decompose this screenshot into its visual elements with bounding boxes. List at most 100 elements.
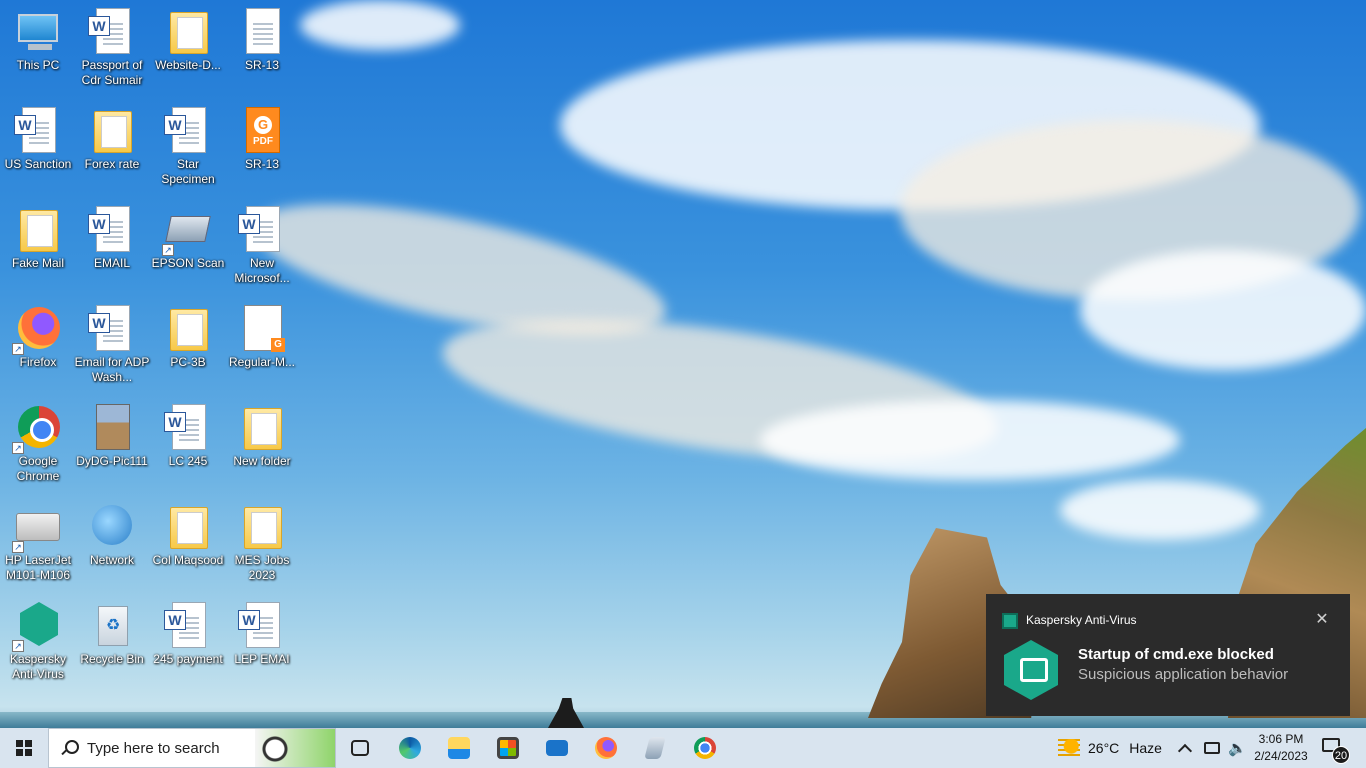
folder-icon xyxy=(164,503,212,551)
desktop-item[interactable]: W Star Specimen xyxy=(150,99,226,187)
network-tray-icon[interactable] xyxy=(1204,728,1220,768)
desktop-item[interactable]: ↗ Kaspersky Anti-Virus xyxy=(0,594,76,682)
desktop-item-label: LC 245 xyxy=(168,454,208,468)
kaspersky-toast-notification[interactable]: Kaspersky Anti-Virus ✕ Startup of cmd.ex… xyxy=(986,594,1350,716)
desktop-item[interactable]: MES Jobs 2023 xyxy=(224,495,300,583)
desktop-item-label: PC-3B xyxy=(170,355,206,369)
desktop-item[interactable]: W Passport of Cdr Sumair xyxy=(74,0,150,88)
desktop-item-label: This PC xyxy=(16,58,60,72)
desktop-item-label: Network xyxy=(89,553,134,567)
desktop-item-label: Star Specimen xyxy=(161,157,215,186)
clock-time: 3:06 PM xyxy=(1258,732,1304,746)
taskbar-search-box[interactable]: Type here to search xyxy=(48,728,336,768)
desktop-item[interactable]: W 245 payment xyxy=(150,594,226,667)
desktop-item[interactable]: ↗ HP LaserJet M101-M106 xyxy=(0,495,76,583)
notification-count-badge: 20 xyxy=(1332,746,1350,764)
folder-icon xyxy=(14,206,62,254)
desktop-item[interactable]: G PDF SR-13 xyxy=(224,99,300,172)
folder-icon xyxy=(164,8,212,56)
weather-description: Haze xyxy=(1129,740,1162,756)
desktop-item[interactable]: W LC 245 xyxy=(150,396,226,469)
show-hidden-icons-button[interactable] xyxy=(1177,728,1193,768)
folder-icon xyxy=(238,404,286,452)
taskbar-clock[interactable]: 3:06 PM 2/24/2023 xyxy=(1244,731,1318,765)
desktop-item[interactable]: Col Maqsood xyxy=(150,495,226,568)
photo-icon xyxy=(88,404,136,452)
word-document-icon: W xyxy=(88,8,136,56)
desktop-item[interactable]: Fake Mail xyxy=(0,198,76,271)
store-icon[interactable] xyxy=(492,732,524,764)
desktop-item-label: Regular-M... xyxy=(228,355,296,369)
word-document-icon: W xyxy=(164,404,212,452)
word-document-icon: W xyxy=(164,602,212,650)
desktop-item[interactable]: ♻ Recycle Bin xyxy=(74,594,150,667)
desktop-item-label: MES Jobs 2023 xyxy=(234,553,290,582)
word-document-icon: W xyxy=(238,602,286,650)
mail-icon[interactable] xyxy=(541,732,573,764)
action-center-button[interactable]: 20 xyxy=(1322,738,1350,764)
desktop-item-label: Recycle Bin xyxy=(80,652,144,666)
desktop-item[interactable]: Network xyxy=(74,495,150,568)
edge-icon[interactable] xyxy=(394,732,426,764)
form-document-icon xyxy=(238,305,286,353)
start-button[interactable] xyxy=(0,728,48,768)
file-explorer-icon[interactable] xyxy=(443,732,475,764)
this-pc-icon xyxy=(14,8,62,56)
desktop-item[interactable]: New folder xyxy=(224,396,300,469)
word-document-icon: W xyxy=(88,206,136,254)
kaspersky-app-icon xyxy=(1002,613,1018,629)
toast-message: Suspicious application behavior xyxy=(1078,666,1289,683)
chrome-taskbar-icon[interactable] xyxy=(689,732,721,764)
windows-logo-icon xyxy=(16,740,32,756)
printer-icon: ↗ xyxy=(12,503,62,553)
desktop-item[interactable]: This PC xyxy=(0,0,76,73)
kaspersky-shield-icon xyxy=(1004,640,1058,700)
desktop-item[interactable]: ↗ Firefox xyxy=(0,297,76,370)
desktop-item[interactable]: DyDG-Pic111 xyxy=(74,396,150,469)
text-document-icon xyxy=(238,8,286,56)
desktop-item[interactable]: SR-13 xyxy=(224,0,300,73)
desktop-item-label: HP LaserJet M101-M106 xyxy=(5,553,71,582)
desktop-item[interactable]: W Email for ADP Wash... xyxy=(74,297,150,385)
search-placeholder: Type here to search xyxy=(87,739,220,757)
firefox-icon: ↗ xyxy=(12,305,62,355)
toast-title: Startup of cmd.exe blocked xyxy=(1078,646,1274,663)
toast-app-name: Kaspersky Anti-Virus xyxy=(1026,613,1137,627)
desktop-item-label: Fake Mail xyxy=(11,256,64,270)
desktop-item-label: Col Maqsood xyxy=(152,553,224,567)
weather-widget[interactable]: 26°C Haze xyxy=(1058,728,1162,768)
desktop-item[interactable]: W New Microsof... xyxy=(224,198,300,286)
folder-icon xyxy=(238,503,286,551)
desktop-item[interactable]: Regular-M... xyxy=(224,297,300,370)
desktop-item-label: New Microsof... xyxy=(234,256,290,285)
network-icon xyxy=(88,503,136,551)
desktop-item[interactable]: ↗ EPSON Scan xyxy=(150,198,226,271)
task-view-icon[interactable] xyxy=(344,732,376,764)
word-document-icon: W xyxy=(164,107,212,155)
desktop-item-label: US Sanction xyxy=(4,157,72,171)
clock-date: 2/24/2023 xyxy=(1254,749,1308,763)
desktop-item-label: DyDG-Pic111 xyxy=(76,454,148,468)
desktop-item[interactable]: W EMAIL xyxy=(74,198,150,271)
pdf-document-icon: G PDF xyxy=(238,107,286,155)
desktop-item[interactable]: W US Sanction xyxy=(0,99,76,172)
taskbar: Type here to search 26°C Haze 🔈 3:06 PM … xyxy=(0,728,1366,768)
chrome-icon: ↗ xyxy=(12,404,62,454)
network-status-icon xyxy=(1204,742,1220,754)
desktop-item-label: Forex rate xyxy=(84,157,140,171)
folder-icon xyxy=(88,107,136,155)
desktop-item-label: 245 payment xyxy=(153,652,223,666)
scanner-taskbar-icon[interactable] xyxy=(639,732,671,764)
desktop-item-label: Website-D... xyxy=(155,58,221,72)
firefox-taskbar-icon[interactable] xyxy=(590,732,622,764)
desktop-item[interactable]: ↗ Google Chrome xyxy=(0,396,76,484)
scanner-icon: ↗ xyxy=(162,206,212,256)
desktop-item-label: EPSON Scan xyxy=(151,256,225,270)
search-highlight-image xyxy=(255,729,335,767)
desktop-item[interactable]: Forex rate xyxy=(74,99,150,172)
desktop-item[interactable]: PC-3B xyxy=(150,297,226,370)
desktop-item[interactable]: W LEP EMAI xyxy=(224,594,300,667)
desktop-item[interactable]: Website-D... xyxy=(150,0,226,73)
desktop-item-label: SR-13 xyxy=(244,157,279,171)
toast-close-button[interactable]: ✕ xyxy=(1312,610,1332,630)
